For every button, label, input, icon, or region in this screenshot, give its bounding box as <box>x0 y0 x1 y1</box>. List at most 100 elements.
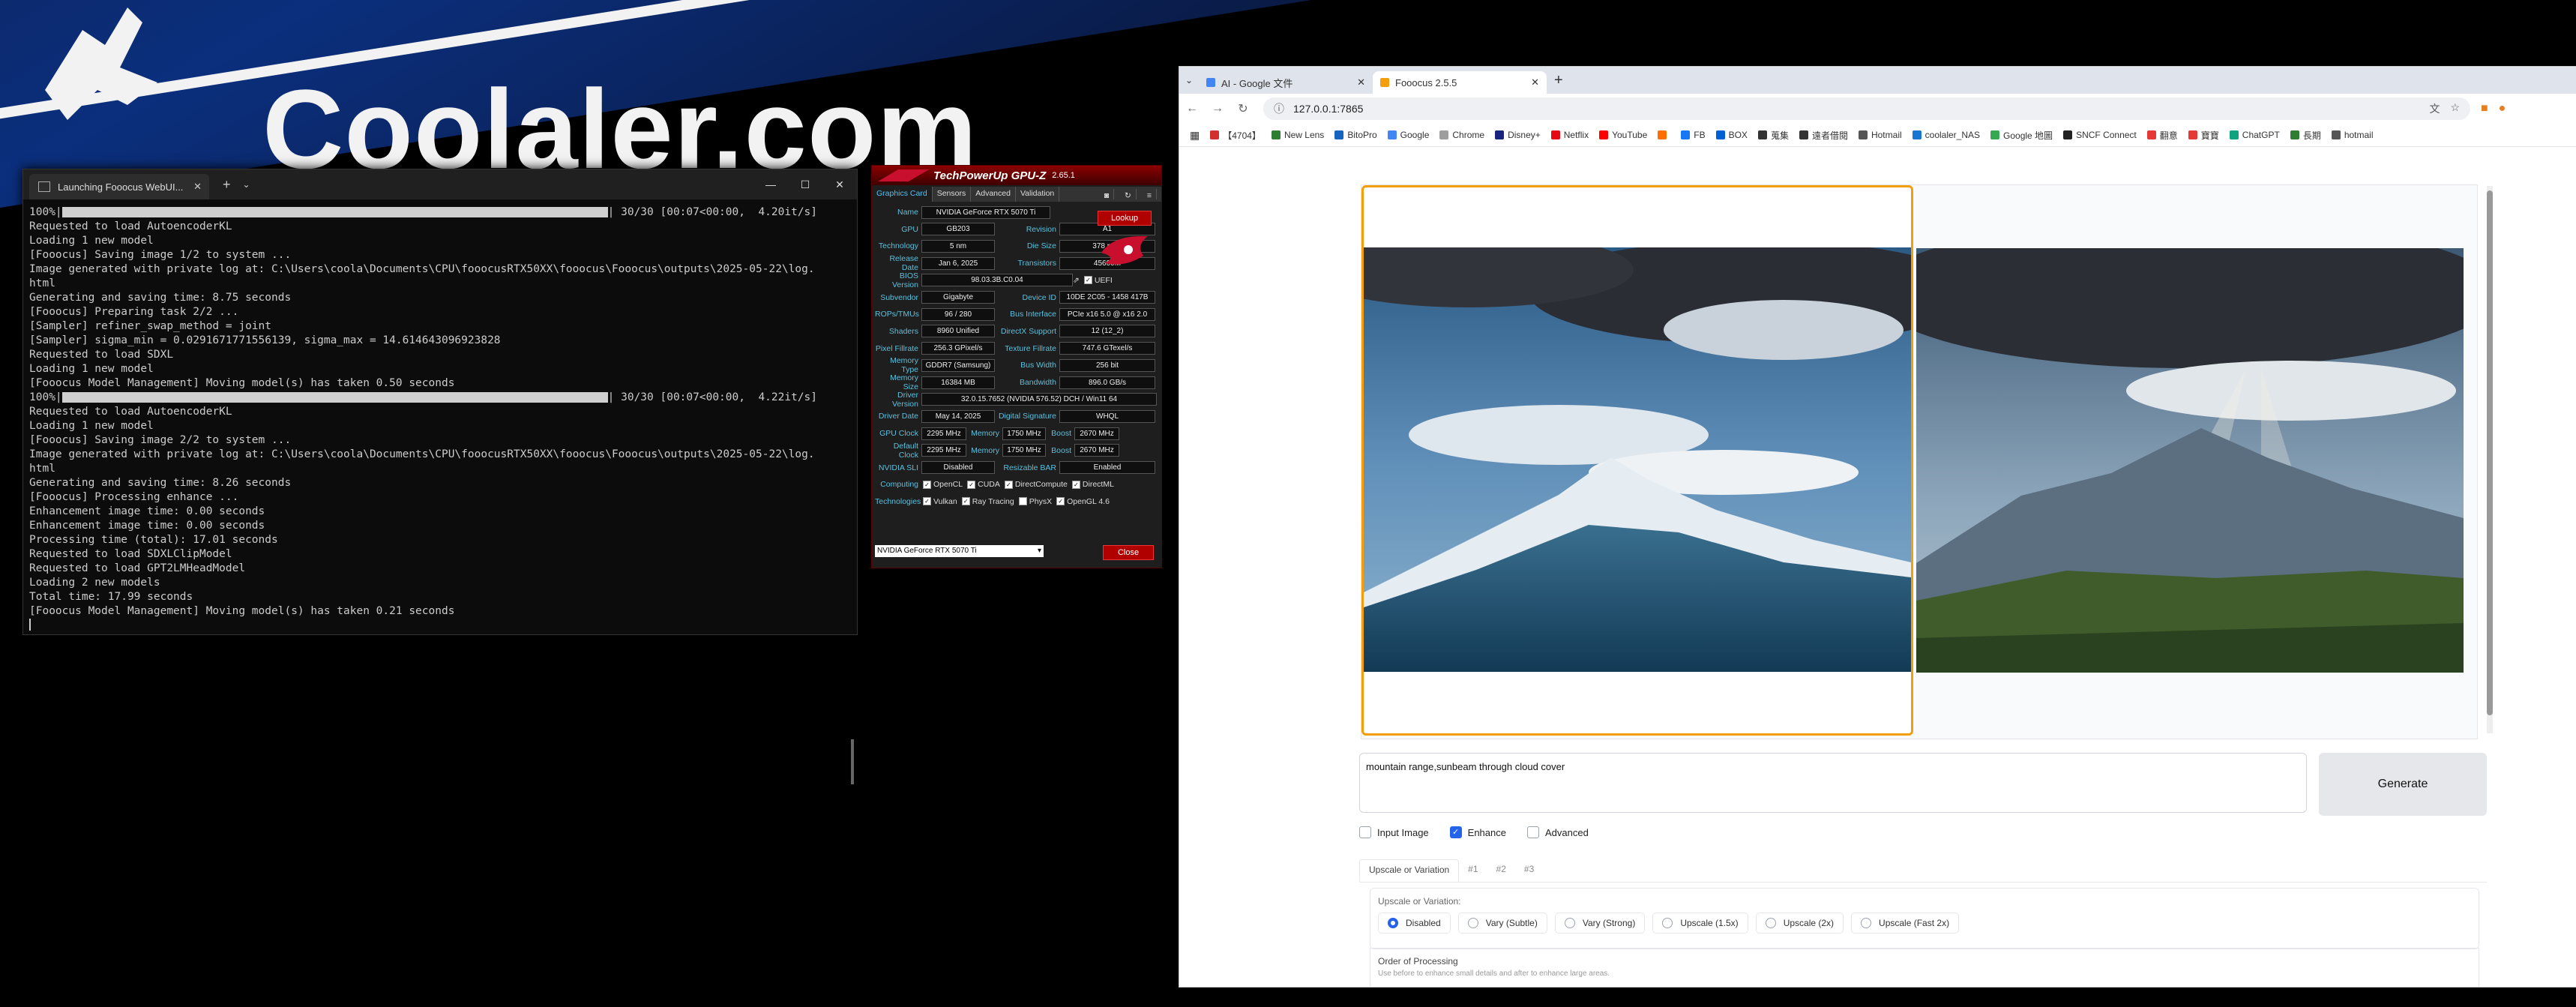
radio-option[interactable]: Disabled <box>1378 913 1451 934</box>
share-icon[interactable]: ⇗ <box>1073 276 1080 285</box>
terminal-window[interactable]: Launching Fooocus WebUI... ✕ + ⌄ — ☐ ✕ 1… <box>22 169 858 784</box>
bookmark-item[interactable]: Netflix <box>1550 130 1589 140</box>
url-field[interactable]: ⓘ 127.0.0.1:7865 文 ☆ <box>1263 97 2470 120</box>
gpuz-field-value[interactable]: 2670 MHz <box>1074 444 1119 457</box>
gpuz-field-value[interactable]: 256 bit <box>1059 358 1155 372</box>
gpuz-field-value[interactable]: 2295 MHz <box>921 444 966 457</box>
radio-option[interactable]: Vary (Strong) <box>1554 913 1646 934</box>
bookmark-item[interactable]: ChatGPT <box>2229 130 2280 140</box>
close-tab-icon[interactable]: ✕ <box>1531 76 1539 88</box>
extension-icon[interactable]: ■ <box>2481 102 2488 115</box>
camera-icon[interactable]: ◙ <box>1100 189 1115 200</box>
bookmark-item[interactable]: hotmail <box>2331 130 2374 140</box>
checkbox-input-image[interactable]: Input Image <box>1359 826 1429 838</box>
gpuz-field-value[interactable]: Disabled <box>921 461 995 474</box>
gpuz-field-value[interactable]: 747.6 GTexel/s <box>1059 342 1155 355</box>
bookmark-item[interactable]: 蒐集 <box>1757 129 1789 142</box>
radio-option[interactable]: Vary (Subtle) <box>1457 913 1547 934</box>
translate-icon[interactable]: 文 <box>2429 101 2440 116</box>
gallery-image-1[interactable] <box>1361 185 1913 736</box>
gpuz-field-value[interactable]: 96 / 280 <box>921 307 995 321</box>
gpuz-field-value[interactable]: 256.3 GPixel/s <box>921 342 995 355</box>
bookmark-item[interactable]: 寶寶 <box>2188 129 2219 142</box>
gpuz-field-value[interactable]: Jan 6, 2025 <box>921 256 995 270</box>
maximize-icon[interactable]: ☐ <box>788 178 822 191</box>
browser-window[interactable]: ⌄ AI - Google 文件 ✕ Fooocus 2.5.5 ✕ + ← → ↻ ⓘ… <box>1179 66 2576 988</box>
tab-enhance-3[interactable]: #3 <box>1515 859 1543 882</box>
gpuz-field-value[interactable]: PCIe x16 5.0 @ x16 2.0 <box>1059 307 1155 321</box>
back-icon[interactable]: ← <box>1179 102 1205 115</box>
bookmark-item[interactable]: BitoPro <box>1334 130 1377 140</box>
gpuz-field-value[interactable]: 12 (12_2) <box>1059 325 1155 338</box>
gpuz-field-value[interactable]: 2295 MHz <box>921 427 966 440</box>
close-tab-icon[interactable]: ✕ <box>1357 76 1365 88</box>
bookmark-item[interactable]: Chrome <box>1439 130 1484 140</box>
radio-circle[interactable] <box>1861 918 1872 928</box>
checkbox-box[interactable] <box>1359 826 1371 838</box>
radio-option[interactable]: Upscale (Fast 2x) <box>1851 913 1960 934</box>
terminal-tab[interactable]: Launching Fooocus WebUI... ✕ <box>29 174 209 199</box>
radio-circle[interactable] <box>1467 918 1478 928</box>
tab-search-icon[interactable]: ⌄ <box>1179 75 1199 85</box>
close-window-icon[interactable]: ✕ <box>822 178 857 191</box>
gpuz-field-value[interactable]: 5 nm <box>921 239 995 253</box>
gallery-image-2[interactable] <box>1916 185 2468 736</box>
refresh-icon[interactable]: ↻ <box>1120 189 1137 200</box>
gpuz-window[interactable]: TechPowerUp GPU-Z 2.65.1 Graphics Card Se… <box>871 165 1162 568</box>
terminal-output[interactable]: 100%| | 30/30 [00:07<00:00, 4.20it/s] Requ… <box>23 199 857 641</box>
close-button[interactable]: Close <box>1103 545 1154 560</box>
gpuz-field-value[interactable]: Gigabyte <box>921 291 995 304</box>
menu-icon[interactable]: ≡ <box>1143 189 1157 200</box>
lookup-button[interactable]: Lookup <box>1098 211 1152 226</box>
bookmark-item[interactable]: coolaler_NAS <box>1912 130 1980 140</box>
gpuz-field-value[interactable]: May 14, 2025 <box>921 409 995 423</box>
gpu-select[interactable]: NVIDIA GeForce RTX 5070 Ti ▾ <box>875 545 1044 557</box>
gpuz-field-value[interactable]: 1750 MHz <box>1002 444 1046 457</box>
checkbox-enhance[interactable]: ✓ Enhance <box>1449 826 1506 838</box>
gpuz-field-value[interactable]: 98.03.3B.C0.04 <box>921 274 1073 287</box>
gpuz-field-value[interactable]: 2670 MHz <box>1074 427 1119 440</box>
radio-option[interactable]: Upscale (1.5x) <box>1652 913 1748 934</box>
checkbox-advanced[interactable]: Advanced <box>1526 826 1589 838</box>
gpuz-field-value[interactable]: 10DE 2C05 - 1458 417B <box>1059 291 1155 304</box>
gpuz-field-value[interactable]: GDDR7 (Samsung) <box>921 358 995 372</box>
bookmark-item[interactable]: 翻意 <box>2146 129 2178 142</box>
prompt-input[interactable]: mountain range,sunbeam through cloud cov… <box>1359 753 2307 813</box>
bookmark-item[interactable]: YouTube <box>1599 130 1647 140</box>
terminal-scrollbar[interactable] <box>851 739 854 784</box>
gpuz-field-value[interactable]: 8960 Unified <box>921 325 995 338</box>
radio-circle[interactable] <box>1388 918 1398 928</box>
radio-option[interactable]: Upscale (2x) <box>1755 913 1844 934</box>
gpuz-tab[interactable]: Validation <box>1016 187 1060 202</box>
gpuz-field-value[interactable]: 32.0.15.7652 (NVIDIA 576.52) DCH / Win11… <box>921 393 1157 406</box>
bookmark-item[interactable]: Google 地圖 <box>1990 129 2053 142</box>
close-tab-icon[interactable]: ✕ <box>193 181 202 193</box>
radio-circle[interactable] <box>1662 918 1673 928</box>
generate-button[interactable]: Generate <box>2319 753 2487 816</box>
profile-icon[interactable]: ● <box>2499 102 2506 115</box>
radio-circle[interactable] <box>1564 918 1575 928</box>
new-tab-icon[interactable]: + <box>223 177 231 193</box>
radio-circle[interactable] <box>1765 918 1776 928</box>
bookmark-item[interactable] <box>1658 130 1670 139</box>
bookmark-item[interactable]: BOX <box>1715 130 1748 140</box>
browser-tab[interactable]: Fooocus 2.5.5 ✕ <box>1373 71 1547 94</box>
tab-enhance-1[interactable]: #1 <box>1459 859 1487 882</box>
gpuz-tab[interactable]: Sensors <box>933 187 972 202</box>
bookmark-item[interactable]: 遠者借閱 <box>1799 129 1848 142</box>
bookmark-item[interactable]: SNCF Connect <box>2063 130 2137 140</box>
bookmark-item[interactable]: Google <box>1387 130 1429 140</box>
gpuz-tab[interactable]: Graphics Card <box>872 187 933 202</box>
bookmark-item[interactable]: Hotmail <box>1858 130 1902 140</box>
gpuz-field-value[interactable]: GB203 <box>921 223 995 236</box>
site-info-icon[interactable]: ⓘ <box>1274 101 1284 116</box>
bookmark-star-icon[interactable]: ☆ <box>2450 101 2460 116</box>
reload-icon[interactable]: ↻ <box>1230 101 1256 116</box>
bookmark-item[interactable]: New Lens <box>1271 130 1324 140</box>
tab-enhance-2[interactable]: #2 <box>1487 859 1515 882</box>
chevron-down-icon[interactable]: ⌄ <box>243 179 250 190</box>
gpuz-tab[interactable]: Advanced <box>971 187 1016 202</box>
bookmark-item[interactable]: 【4704】 <box>1210 129 1261 142</box>
browser-tab[interactable]: AI - Google 文件 ✕ <box>1199 71 1373 94</box>
minimize-icon[interactable]: — <box>753 178 788 191</box>
